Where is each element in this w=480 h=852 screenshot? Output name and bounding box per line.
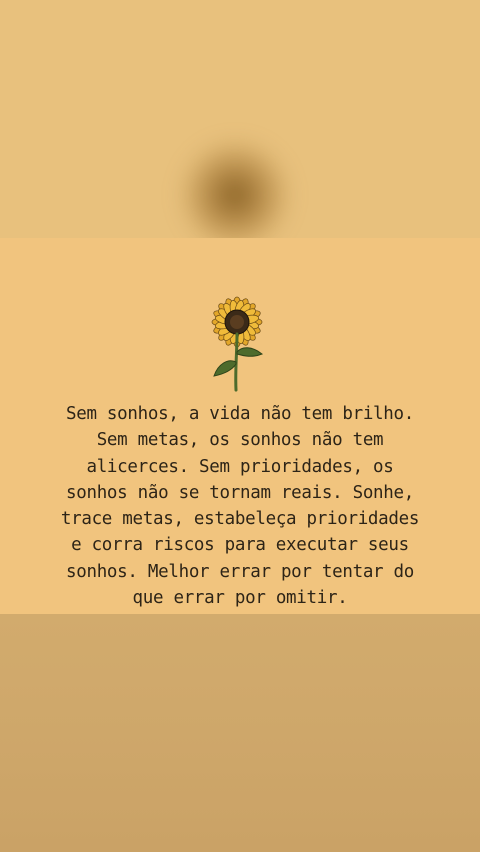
sunflower-inner-center (230, 315, 244, 329)
story-page: Sem sonhos, a vida não tem brilho. Sem m… (0, 0, 480, 852)
quote-line: trace metas, estabeleça prioridades (60, 509, 420, 530)
quote-line: sonhos. Melhor errar por tentar do (65, 561, 415, 582)
quote-line: e corra riscos para executar seus (71, 535, 409, 556)
blurred-top-background (0, 0, 480, 238)
blurred-sunflower-shadow (175, 140, 295, 238)
quote-line: sonhos não se tornam reais. Sonhe, (65, 482, 415, 503)
quote-line: que errar por omitir. (132, 588, 348, 609)
quote-line: alicerces. Sem prioridades, os (86, 456, 394, 477)
left-leaf (213, 360, 237, 377)
right-leaf (236, 347, 263, 357)
quote-line: Sem metas, os sonhos não tem (96, 430, 384, 451)
blurred-bottom-background (0, 614, 480, 852)
quote-line: Sem sonhos, a vida não tem brilho. (65, 404, 415, 424)
quote-text: Sem sonhos, a vida não tem brilho. Sem m… (40, 401, 440, 611)
sunflower-icon (211, 296, 263, 392)
